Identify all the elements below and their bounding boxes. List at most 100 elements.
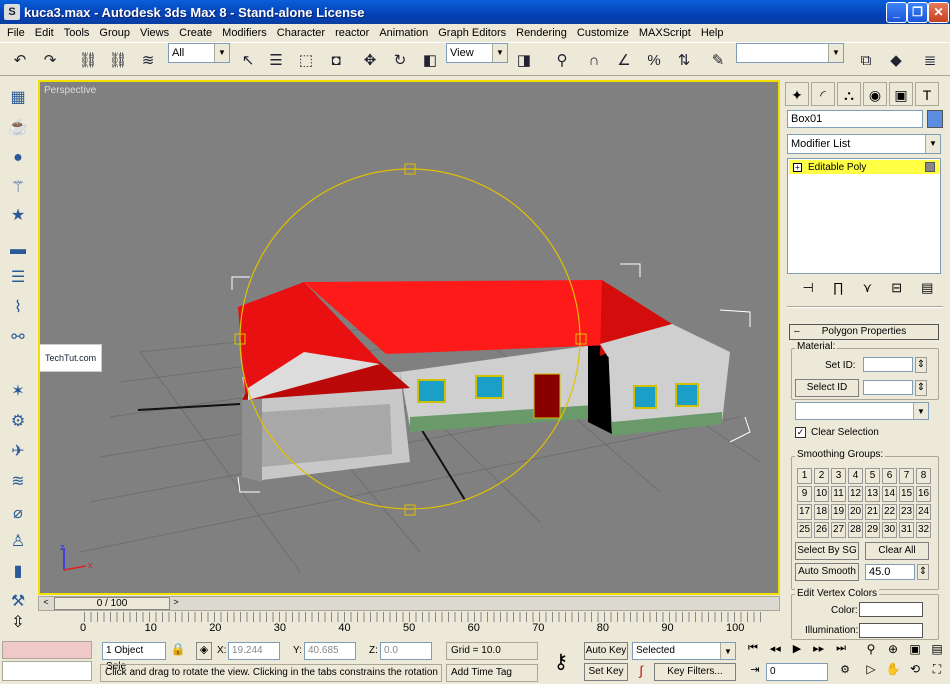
3ds-max-icon[interactable]: S <box>4 4 20 20</box>
select-and-link-icon[interactable]: ⛓ <box>76 48 100 72</box>
smoothing-group-button[interactable]: 23 <box>899 504 914 520</box>
smoothing-group-button[interactable]: 21 <box>865 504 880 520</box>
pan-icon[interactable]: ✋ <box>882 662 904 682</box>
reference-coord-dropdown[interactable]: View ▼ <box>446 43 508 63</box>
smoothing-group-button[interactable]: 12 <box>848 486 863 502</box>
pin-stack-icon[interactable]: ⊣ <box>803 280 814 302</box>
remove-modifier-icon[interactable]: ⊟ <box>891 280 902 302</box>
set-id-field[interactable] <box>863 357 913 372</box>
arc-rotate-icon[interactable]: ⟲ <box>904 662 926 682</box>
time-config-icon[interactable]: ⚙ <box>836 663 854 681</box>
current-frame-field[interactable]: 0 <box>766 663 828 681</box>
field-of-view-icon[interactable]: ▷ <box>860 662 882 682</box>
edit-named-selection-icon[interactable]: ✎ <box>706 48 730 72</box>
light-bulb-icon[interactable] <box>925 162 935 172</box>
select-object-icon[interactable]: ↖ <box>236 48 260 72</box>
modifier-stack[interactable]: + Editable Poly <box>787 158 941 274</box>
vertex-color-swatch[interactable] <box>859 602 923 617</box>
modify-tab-icon[interactable]: ◜ <box>811 82 835 106</box>
smoothing-group-button[interactable]: 27 <box>831 522 846 538</box>
smoothing-group-button[interactable]: 32 <box>916 522 931 538</box>
smoothing-group-button[interactable]: 17 <box>797 504 812 520</box>
biped-icon[interactable]: ♙ <box>6 530 30 554</box>
create-star-icon[interactable]: ★ <box>6 204 30 228</box>
restore-button[interactable]: ❐ <box>907 2 928 23</box>
display-tab-icon[interactable]: ▣ <box>889 82 913 106</box>
maximize-viewport-icon[interactable]: ⛶ <box>926 662 948 682</box>
key-mode-dropdown[interactable]: Selected ▼ <box>632 642 736 660</box>
named-selection-dropdown[interactable]: ▼ <box>736 43 844 63</box>
key-mode-toggle-icon[interactable]: ⇥ <box>746 663 764 681</box>
motion-tab-icon[interactable]: ◉ <box>863 82 887 106</box>
object-color-swatch[interactable] <box>927 110 943 128</box>
create-light-icon[interactable]: ⚚ <box>6 176 30 200</box>
auto-smooth-button[interactable]: Auto Smooth <box>795 563 859 581</box>
chevron-right-icon[interactable]: > <box>170 597 182 610</box>
select-by-sg-button[interactable]: Select By SG <box>795 542 859 560</box>
key-filters-button[interactable]: Key Filters... <box>654 663 736 681</box>
menu-item[interactable]: Views <box>135 27 174 39</box>
smoothing-group-button[interactable]: 30 <box>882 522 897 538</box>
select-id-field[interactable] <box>863 380 913 395</box>
manipulate-icon[interactable]: ⚲ <box>550 48 574 72</box>
particle-icon[interactable]: ✶ <box>6 380 30 404</box>
time-slider[interactable]: < 0 / 100 > <box>38 596 780 612</box>
play-icon[interactable]: ▶ <box>793 642 801 660</box>
perspective-viewport[interactable]: Perspective z x TechTut.com <box>38 80 780 595</box>
scale-icon[interactable]: ◧ <box>418 48 442 72</box>
select-by-name-icon[interactable]: ☰ <box>264 48 288 72</box>
maxscript-listener-pink[interactable] <box>2 641 92 659</box>
menu-item[interactable]: Graph Editors <box>433 27 511 39</box>
smoothing-group-button[interactable]: 16 <box>916 486 931 502</box>
mirror-icon[interactable]: ⧉ <box>854 48 878 72</box>
layer-manager-icon[interactable]: ≣ <box>918 48 942 72</box>
stack-item-editable-poly[interactable]: + Editable Poly <box>789 160 939 174</box>
smoothing-group-button[interactable]: 15 <box>899 486 914 502</box>
rectangular-selection-icon[interactable]: ⬚ <box>294 48 318 72</box>
show-end-result-icon[interactable]: ∏ <box>833 280 844 302</box>
smoothing-group-button[interactable]: 10 <box>814 486 829 502</box>
create-sphere-icon[interactable]: ● <box>6 146 30 170</box>
smoothing-group-button[interactable]: 9 <box>797 486 812 502</box>
add-time-tag-button[interactable]: Add Time Tag <box>446 664 538 682</box>
z-coord-field[interactable]: 0.0 <box>380 642 432 660</box>
auto-smooth-threshold-field[interactable]: 45.0 <box>865 564 915 580</box>
lock-icon[interactable]: 🔒 <box>170 642 186 660</box>
smoothing-group-button[interactable]: 29 <box>865 522 880 538</box>
auto-smooth-spinner[interactable]: ⇕ <box>917 564 929 580</box>
material-name-dropdown[interactable]: ▼ <box>795 402 929 420</box>
menu-item[interactable]: Tools <box>59 27 95 39</box>
menu-item[interactable]: Rendering <box>511 27 572 39</box>
chevron-left-icon[interactable]: < <box>40 597 52 610</box>
rotate-icon[interactable]: ↻ <box>388 48 412 72</box>
smoothing-group-button[interactable]: 19 <box>831 504 846 520</box>
smoothing-group-button[interactable]: 24 <box>916 504 931 520</box>
align-icon[interactable]: ◆ <box>884 48 908 72</box>
modifier-panel-icon[interactable]: ▬ <box>6 238 30 262</box>
zoom-icon[interactable]: ⚲ <box>860 642 882 662</box>
configure-modifier-sets-icon[interactable]: ▤ <box>921 280 933 302</box>
redo-icon[interactable]: ↷ <box>38 48 62 72</box>
menu-item[interactable]: File <box>2 27 30 39</box>
clear-all-button[interactable]: Clear All <box>865 542 929 560</box>
illumination-swatch[interactable] <box>859 623 923 638</box>
mini-curve-editor-icon[interactable]: ⇳ <box>0 612 36 638</box>
menu-item[interactable]: Edit <box>30 27 59 39</box>
move-icon[interactable]: ✥ <box>358 48 382 72</box>
space-warp-icon[interactable]: ≋ <box>6 470 30 494</box>
smoothing-group-button[interactable]: 28 <box>848 522 863 538</box>
key-icon[interactable]: ⚷ <box>544 644 578 680</box>
menu-item[interactable]: Animation <box>374 27 433 39</box>
smoothing-group-button[interactable]: 2 <box>814 468 829 484</box>
menu-item[interactable]: Create <box>174 27 217 39</box>
set-key-button[interactable]: Set Key <box>584 663 628 681</box>
viewport-label[interactable]: Perspective <box>44 85 96 96</box>
default-tangent-icon[interactable]: ∫ <box>632 663 650 681</box>
percent-snap-icon[interactable]: % <box>642 48 666 72</box>
create-teapot-icon[interactable]: ☕ <box>6 116 30 140</box>
bone-icon[interactable]: ⚯ <box>6 326 30 350</box>
expand-icon[interactable]: + <box>793 162 802 172</box>
smoothing-group-button[interactable]: 5 <box>865 468 880 484</box>
select-id-spinner[interactable]: ⇕ <box>915 380 927 396</box>
zoom-extents-icon[interactable]: ▣ <box>904 642 926 662</box>
